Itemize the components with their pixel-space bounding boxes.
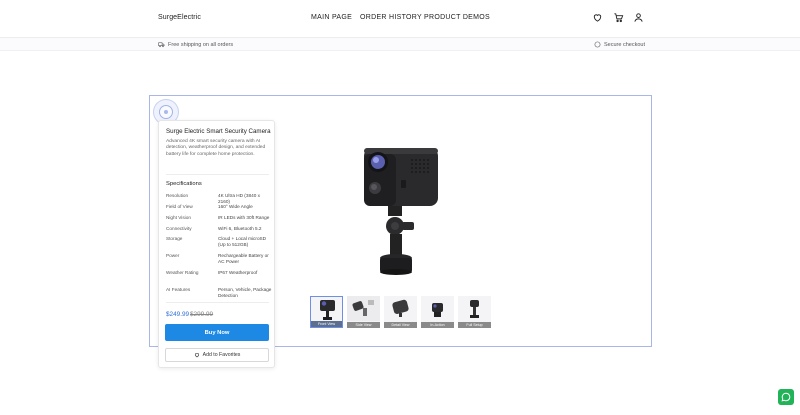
- chat-button[interactable]: [778, 389, 794, 405]
- heart-icon[interactable]: [592, 12, 603, 23]
- thumbnail-front-view[interactable]: Front View: [310, 296, 343, 328]
- spec-key: AI Features: [166, 287, 191, 292]
- info-bar: Free shipping on all orders Secure check…: [0, 38, 800, 51]
- thumbnail-image: [470, 300, 479, 318]
- thumbnail-label: Front View: [311, 321, 342, 327]
- spec-key: Weather Rating: [166, 270, 199, 275]
- thumbnail-label: In-Action: [421, 322, 454, 328]
- thumbnail-image: [347, 296, 380, 321]
- product-title: Surge Electric Smart Security Camera: [166, 128, 271, 135]
- current-price: $249.99: [166, 311, 190, 318]
- thumbnail-image: [392, 299, 409, 317]
- spec-key: Storage: [166, 236, 183, 241]
- site-header: SurgeElectric MAIN PAGE ORDER HISTORY PR…: [0, 0, 800, 38]
- secure-checkout-notice: Secure checkout: [594, 41, 645, 48]
- thumbnail-label: Side View: [347, 322, 380, 328]
- cart-icon[interactable]: [613, 12, 624, 23]
- spec-key: Resolution: [166, 193, 189, 198]
- original-price: $299.99: [190, 311, 214, 318]
- specs-heading: Specifications: [166, 181, 202, 187]
- thumbnail-label: Detail View: [384, 322, 417, 328]
- user-icon[interactable]: [633, 12, 644, 23]
- truck-icon: [158, 42, 165, 48]
- divider: [166, 174, 269, 175]
- thumbnail-detail-view[interactable]: Detail View: [384, 296, 417, 328]
- product-main-image[interactable]: [350, 140, 450, 280]
- spec-value: IR LEDs with 30ft Range: [218, 215, 270, 220]
- heart-icon: [194, 353, 199, 358]
- thumbnail-label: Full Setup: [458, 322, 491, 328]
- spec-key: Field of View: [166, 204, 193, 209]
- buy-now-button[interactable]: Buy Now: [165, 324, 269, 341]
- hotspot-dot: [164, 110, 168, 114]
- spec-key: Power: [166, 253, 180, 258]
- spec-key: Connectivity: [166, 226, 192, 231]
- spec-value: IP67 Weatherproof: [218, 270, 258, 275]
- favorites-label: Add to Favorites: [202, 352, 241, 358]
- nav-order-history[interactable]: ORDER HISTORY: [360, 14, 422, 21]
- thumbnail-side-view[interactable]: Side View: [347, 296, 380, 328]
- shipping-text: Free shipping on all orders: [168, 41, 234, 48]
- spec-value: Rechargeable Battery or AC Power: [218, 253, 269, 265]
- secure-text: Secure checkout: [604, 41, 645, 48]
- spec-value: Person, Vehicle, Package Detection: [218, 287, 272, 299]
- hotspot-ring: [159, 105, 173, 119]
- spec-value: 160° Wide Angle: [218, 204, 253, 209]
- product-description: Advanced 4K smart security camera with A…: [166, 139, 266, 157]
- spec-value: Cloud + Local microSD (Up to 512GB): [218, 236, 267, 248]
- nav-product-demos[interactable]: PRODUCT DEMOS: [424, 14, 490, 21]
- thumbnail-image: [432, 303, 443, 317]
- spec-value: WiFi 6, Bluetooth 5.2: [218, 226, 262, 231]
- nav-main-page[interactable]: MAIN PAGE: [311, 14, 352, 21]
- spec-key: Night Vision: [166, 215, 191, 220]
- product-info-card: Surge Electric Smart Security Camera Adv…: [158, 120, 275, 368]
- thumbnail-full-setup[interactable]: Full Setup: [458, 296, 491, 328]
- thumbnail-in-action[interactable]: In-Action: [421, 296, 454, 328]
- shipping-notice: Free shipping on all orders: [158, 41, 233, 48]
- thumbnail-image: [320, 300, 335, 320]
- brand-logo[interactable]: SurgeElectric: [158, 14, 201, 21]
- divider: [166, 302, 269, 303]
- chat-icon: [781, 392, 791, 402]
- add-to-favorites-button[interactable]: Add to Favorites: [165, 348, 269, 362]
- shield-icon: [594, 41, 601, 48]
